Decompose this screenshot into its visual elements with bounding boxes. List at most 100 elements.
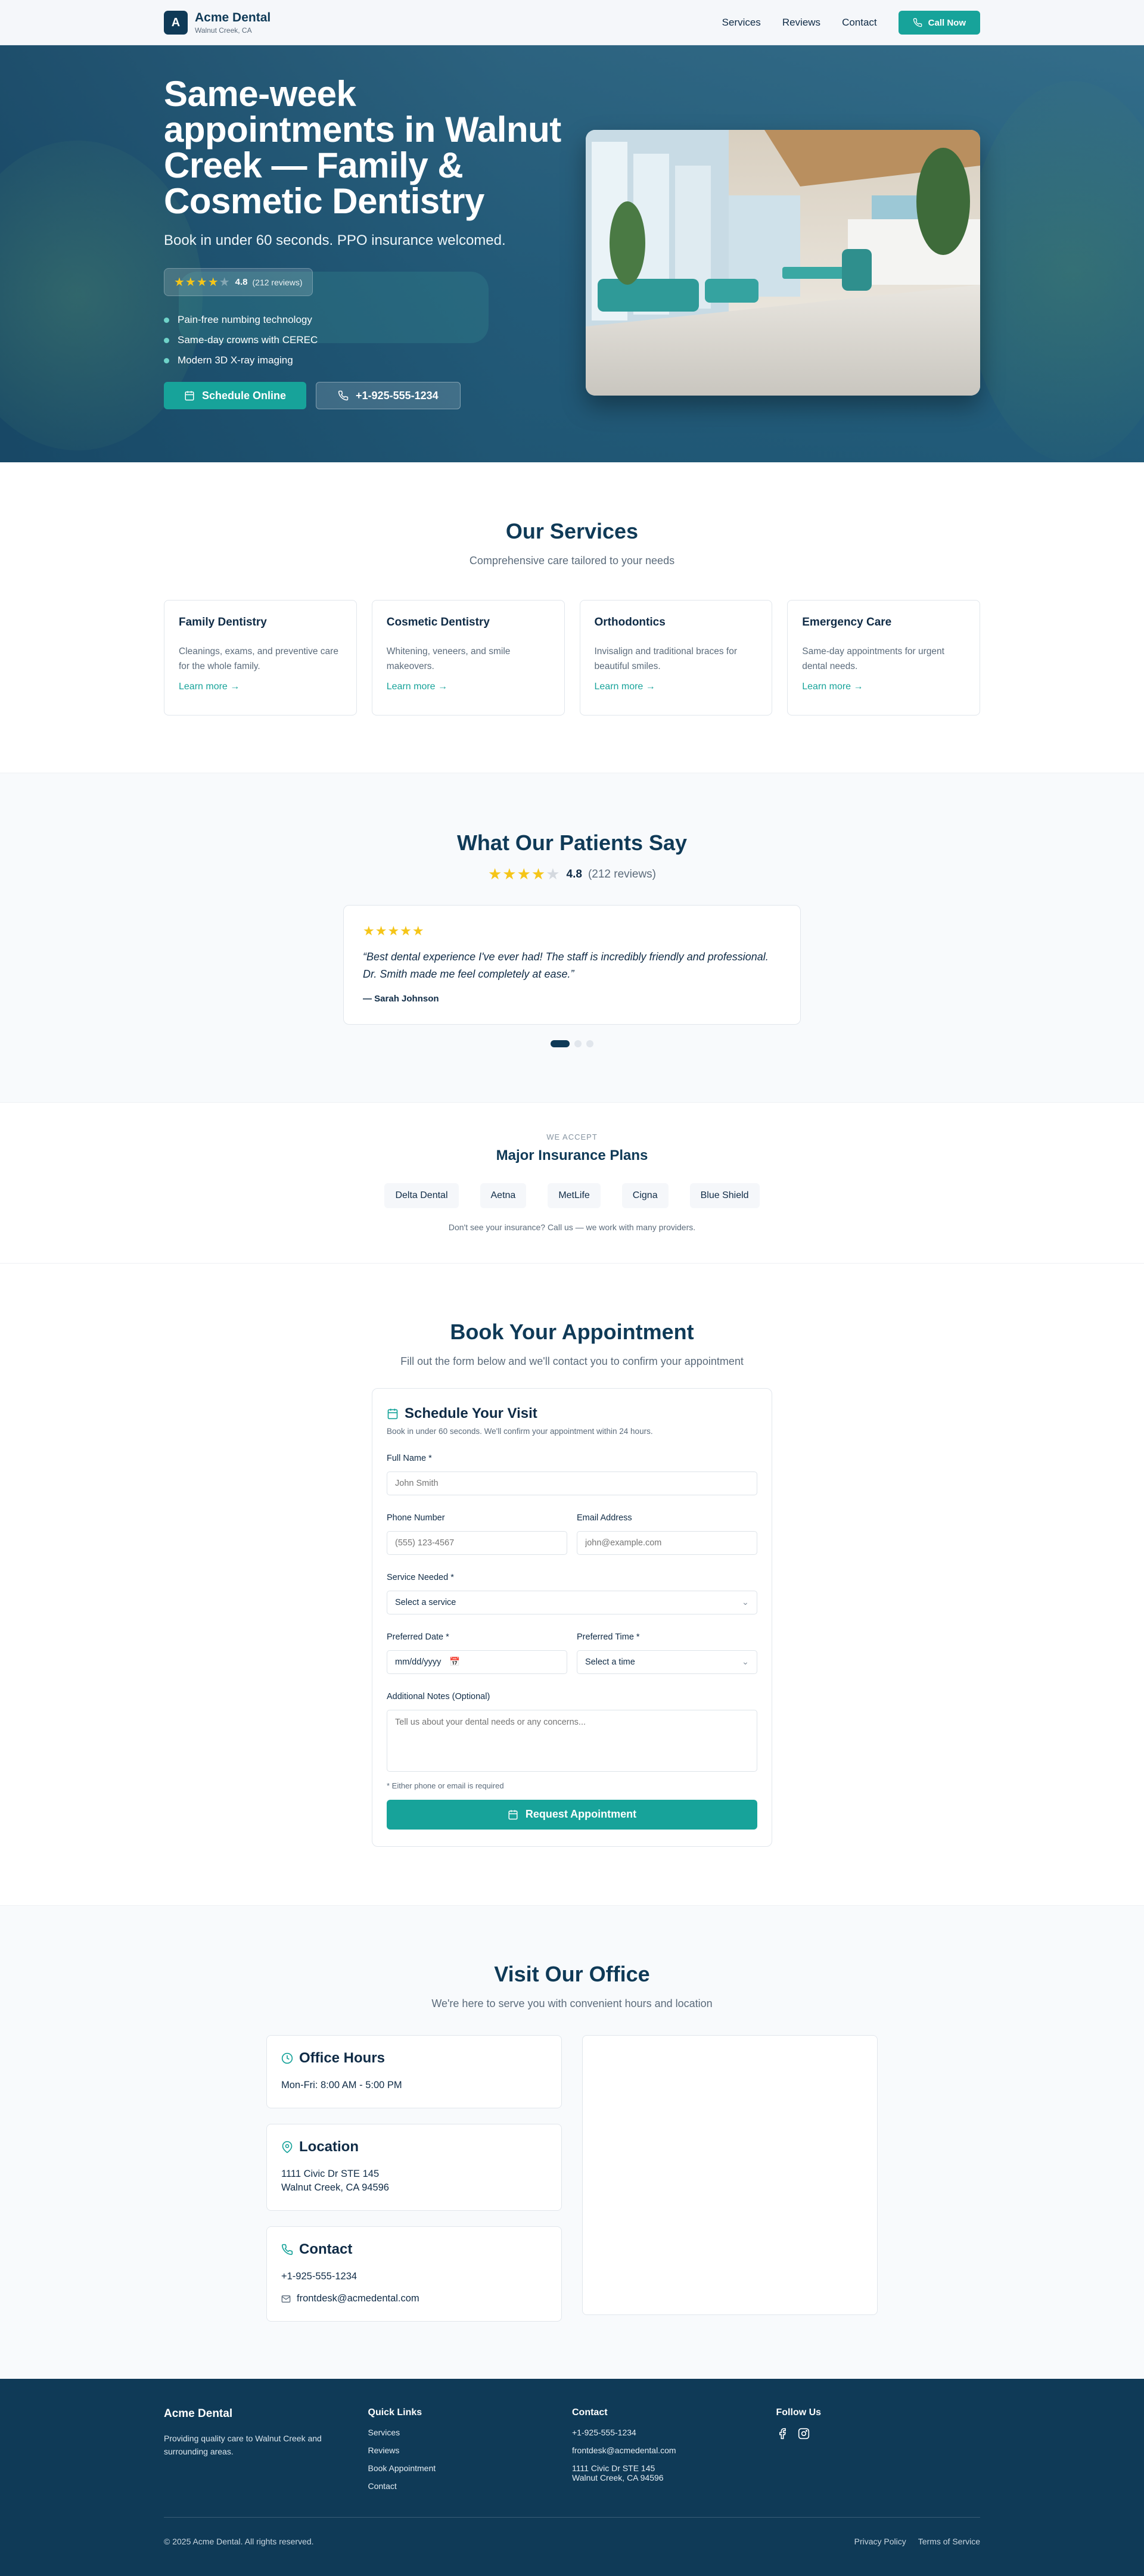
footer-contact-title: Contact	[572, 2407, 608, 2418]
map-embed[interactable]	[582, 2034, 878, 2315]
form-title: Schedule Your Visit	[387, 1405, 757, 1422]
insurance-chip: MetLife	[548, 1183, 601, 1208]
date-label: Preferred Date *	[387, 1632, 449, 1642]
mail-icon	[281, 2295, 291, 2303]
insurance-chip: Aetna	[480, 1183, 527, 1208]
contact-phone[interactable]: +1-925-555-1234	[281, 2270, 547, 2283]
notes-label: Additional Notes (Optional)	[387, 1691, 490, 1701]
notes-field[interactable]	[387, 1709, 757, 1772]
email-label: Email Address	[577, 1513, 632, 1523]
bullet-item: Pain-free numbing technology	[164, 314, 575, 326]
contact-card: Contact +1-925-555-1234 frontdesk@acmede…	[266, 2226, 562, 2322]
bullet-dot-icon	[164, 337, 169, 343]
service-title: Family Dentistry	[179, 616, 267, 629]
hero-subtitle: Book in under 60 seconds. PPO insurance …	[164, 232, 506, 248]
learn-more-link[interactable]: Learn more →	[595, 682, 655, 692]
call-now-label: Call Now	[928, 17, 966, 28]
appointment-form: Schedule Your Visit Book in under 60 sec…	[372, 1387, 772, 1847]
phone-icon	[913, 18, 922, 27]
testimonial-author: — Sarah Johnson	[363, 993, 439, 1004]
instagram-icon[interactable]	[798, 2428, 810, 2440]
service-desc: Invisalign and traditional braces for be…	[594, 646, 738, 671]
star-rating-icon: ★★★★★	[174, 276, 231, 289]
date-field[interactable]: mm/dd/yyyy 📅	[387, 1650, 567, 1674]
schedule-online-button[interactable]: Schedule Online	[164, 382, 307, 409]
footer-link-book[interactable]: Book Appointment	[368, 2463, 573, 2473]
footer-email[interactable]: frontdesk@acmedental.com	[572, 2446, 776, 2455]
phone-field[interactable]	[387, 1530, 567, 1555]
office-section: Visit Our Office We're here to serve you…	[0, 1905, 1144, 2379]
services-title: Our Services	[505, 519, 639, 543]
insurance-chip: Cigna	[621, 1183, 669, 1208]
insurance-eyebrow: WE ACCEPT	[546, 1132, 598, 1141]
star-rating-icon: ★★★★★	[487, 865, 561, 883]
reviews-title: What Our Patients Say	[456, 830, 688, 855]
footer-tagline: Providing quality care to Walnut Creek a…	[164, 2434, 322, 2456]
terms-link[interactable]: Terms of Service	[918, 2537, 980, 2546]
calendar-icon[interactable]: 📅	[449, 1657, 460, 1667]
request-appointment-button[interactable]: Request Appointment	[387, 1799, 757, 1830]
insurance-list: Delta Dental Aetna MetLife Cigna Blue Sh…	[164, 1183, 980, 1208]
address-line1: 1111 Civic Dr STE 145	[281, 2168, 380, 2179]
service-select[interactable]: Select a service ⌄	[387, 1590, 757, 1614]
facebook-icon[interactable]	[776, 2428, 788, 2440]
service-card: Cosmetic Dentistry Whitening, veneers, a…	[371, 600, 565, 715]
rating-count: (212 reviews)	[252, 277, 303, 287]
insurance-title: Major Insurance Plans	[496, 1147, 648, 1163]
five-star-icon: ★★★★★	[363, 923, 425, 938]
brand-name: Acme Dental	[195, 11, 271, 25]
service-desc: Same-day appointments for urgent dental …	[802, 646, 944, 671]
phone-icon	[281, 2244, 293, 2255]
service-title: Orthodontics	[594, 616, 666, 629]
service-card: Emergency Care Same-day appointments for…	[787, 600, 980, 715]
brand-location: Walnut Creek, CA	[195, 26, 252, 35]
plant-decoration	[965, 81, 1144, 462]
bullet-dot-icon	[164, 357, 169, 363]
learn-more-link[interactable]: Learn more →	[802, 682, 863, 692]
site-footer: Acme Dental Providing quality care to Wa…	[0, 2379, 1144, 2576]
service-card: Family Dentistry Cleanings, exams, and p…	[164, 600, 357, 715]
footer-link-reviews[interactable]: Reviews	[368, 2446, 573, 2455]
insurance-chip: Delta Dental	[384, 1183, 459, 1208]
hours-card: Office Hours Mon-Fri: 8:00 AM - 5:00 PM	[266, 2034, 562, 2108]
brand[interactable]: A Acme Dental Walnut Creek, CA	[164, 11, 271, 35]
hero-bullets: Pain-free numbing technology Same-day cr…	[164, 314, 575, 366]
service-desc: Cleanings, exams, and preventive care fo…	[179, 646, 338, 671]
calendar-icon	[387, 1408, 398, 1419]
call-now-button[interactable]: Call Now	[898, 11, 980, 35]
nav-services[interactable]: Services	[722, 17, 761, 29]
nav-contact[interactable]: Contact	[842, 17, 877, 29]
nav-reviews[interactable]: Reviews	[782, 17, 820, 29]
insurance-chip: Blue Shield	[689, 1183, 760, 1208]
chevron-down-icon: ⌄	[741, 1657, 749, 1667]
full-name-field[interactable]	[387, 1471, 757, 1495]
location-card: Location 1111 Civic Dr STE 145 Walnut Cr…	[266, 2123, 562, 2211]
email-field[interactable]	[577, 1530, 757, 1555]
office-subtitle: We're here to serve you with convenient …	[431, 1997, 713, 2009]
privacy-policy-link[interactable]: Privacy Policy	[854, 2537, 906, 2546]
address-line2: Walnut Creek, CA 94596	[281, 2182, 389, 2193]
time-select[interactable]: Select a time ⌄	[577, 1650, 757, 1674]
learn-more-link[interactable]: Learn more →	[387, 682, 447, 692]
service-label: Service Needed *	[387, 1572, 454, 1582]
service-title: Cosmetic Dentistry	[386, 616, 490, 629]
call-phone-button[interactable]: +1-925-555-1234	[316, 382, 461, 409]
carousel-dot-2[interactable]	[574, 1040, 582, 1047]
booking-section: Book Your Appointment Fill out the form …	[0, 1263, 1144, 1905]
rating-count: (212 reviews)	[587, 867, 656, 881]
phone-label: Phone Number	[387, 1513, 445, 1523]
follow-title: Follow Us	[776, 2407, 822, 2418]
bullet-dot-icon	[164, 317, 169, 323]
chevron-down-icon: ⌄	[741, 1597, 749, 1607]
footer-phone[interactable]: +1-925-555-1234	[572, 2428, 776, 2437]
contact-email[interactable]: frontdesk@acmedental.com	[281, 2292, 547, 2306]
carousel-dot-1[interactable]	[551, 1040, 570, 1047]
bullet-item: Modern 3D X-ray imaging	[164, 354, 575, 366]
main-nav: Services Reviews Contact Call Now	[722, 11, 980, 35]
learn-more-link[interactable]: Learn more →	[179, 682, 240, 692]
quick-links-title: Quick Links	[368, 2407, 422, 2418]
footer-link-contact[interactable]: Contact	[368, 2481, 573, 2491]
insurance-section: WE ACCEPT Major Insurance Plans Delta De…	[0, 1102, 1144, 1264]
carousel-dot-3[interactable]	[586, 1040, 593, 1047]
footer-link-services[interactable]: Services	[368, 2428, 573, 2437]
